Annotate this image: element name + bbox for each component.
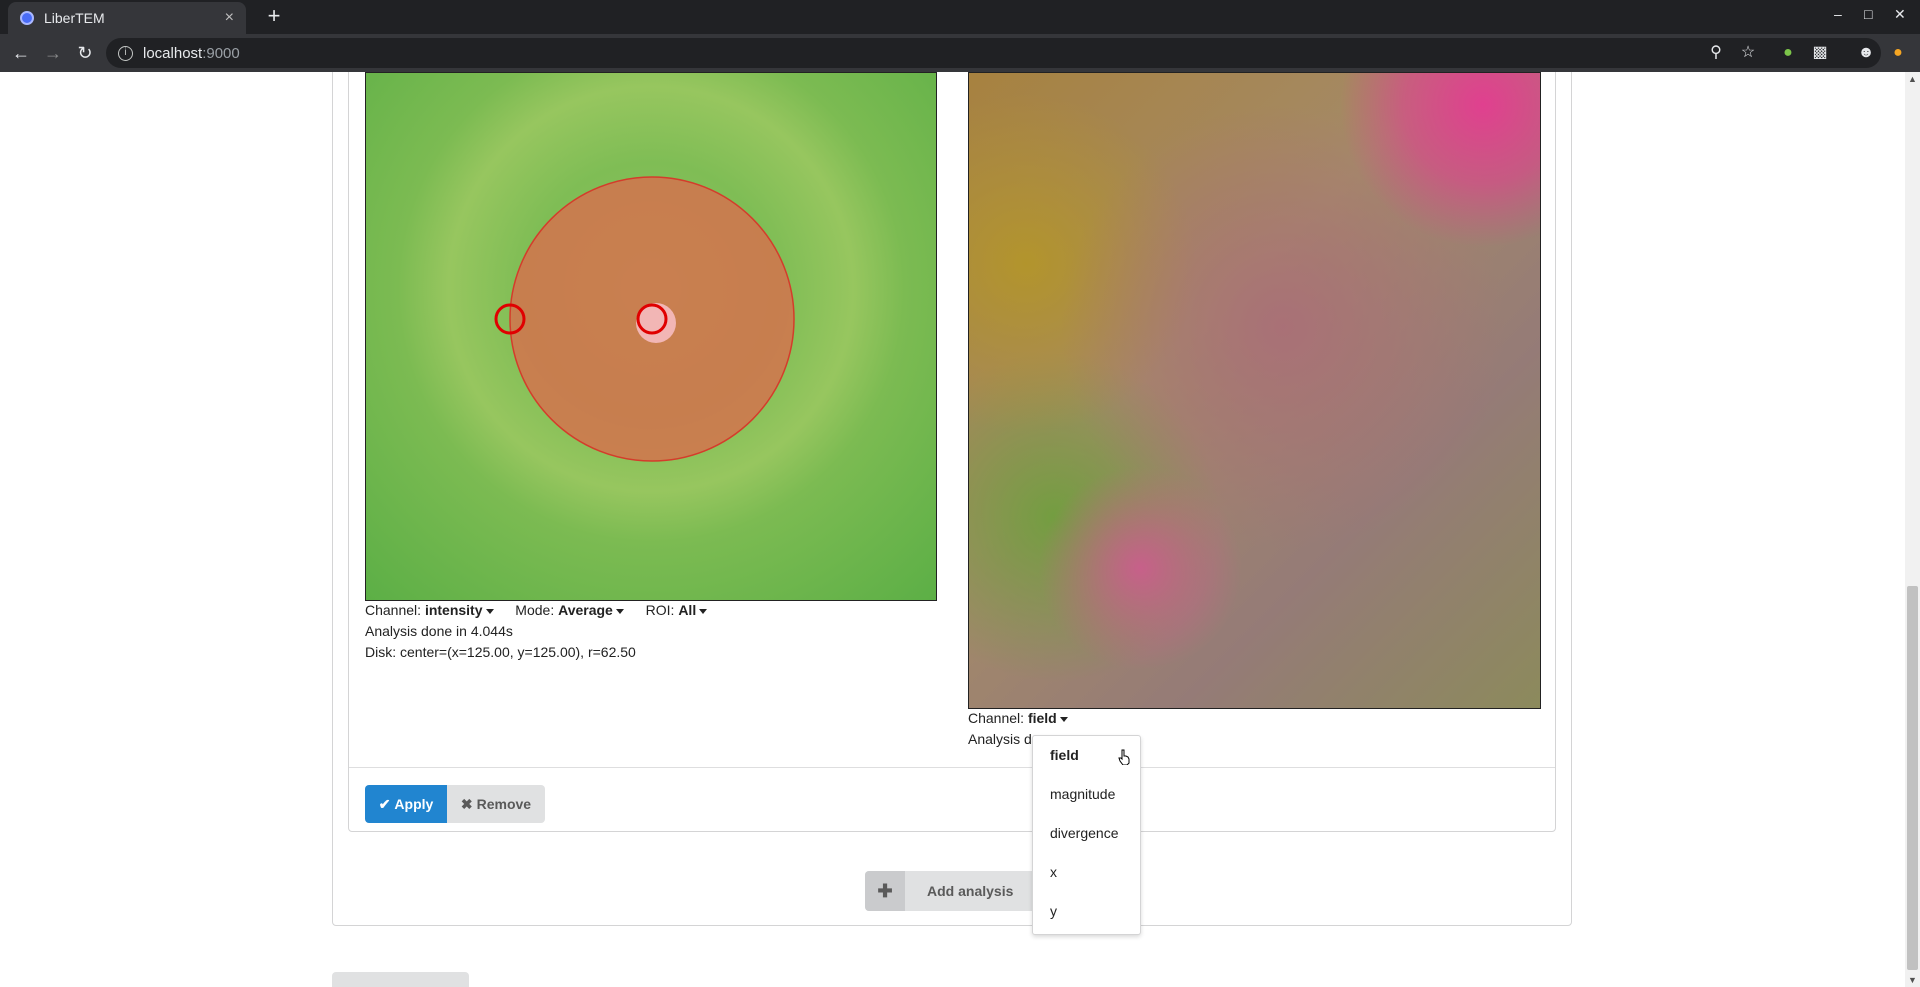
browser-toolbar: ← → ↻ i localhost :9000 ⚲ ☆ ● ▩ ☻ ● — [0, 34, 1920, 72]
bottom-button-partial[interactable] — [332, 972, 469, 987]
browser-tab[interactable]: LiberTEM × — [8, 2, 246, 34]
remove-button[interactable]: ✖ Remove — [447, 785, 545, 823]
caret-down-icon — [485, 608, 494, 614]
page-viewport: Channel: intensity Mode: Average ROI: Al… — [0, 72, 1920, 987]
back-icon[interactable]: ← — [10, 42, 32, 64]
analysis-status: Analysis done in 4.044s — [365, 623, 513, 639]
menu-item-x[interactable]: x — [1033, 853, 1140, 892]
close-window-icon[interactable]: ✕ — [1894, 6, 1906, 23]
tab-title: LiberTEM — [44, 10, 105, 26]
page-scrollbar[interactable]: ▲ ▼ — [1905, 72, 1920, 987]
forward-icon[interactable]: → — [42, 42, 64, 64]
disk-parameters: Disk: center=(x=125.00, y=125.00), r=62.… — [365, 644, 636, 660]
caret-down-icon — [615, 608, 624, 614]
maximize-window-icon[interactable]: □ — [1864, 6, 1872, 22]
channel-dropdown-menu: field magnitude divergence x y — [1032, 735, 1141, 935]
check-icon: ✔ — [378, 795, 391, 812]
mode-dropdown[interactable]: Average — [558, 602, 624, 618]
minimize-window-icon[interactable]: – — [1834, 6, 1842, 22]
bookmark-star-icon[interactable]: ☆ — [1738, 43, 1758, 63]
site-info-icon[interactable]: i — [118, 45, 133, 61]
frame-view-image[interactable] — [365, 72, 937, 601]
roi-label: ROI: — [645, 602, 675, 618]
channel-label: Channel: — [365, 602, 422, 618]
hand-cursor-icon — [1118, 749, 1130, 765]
libertem-favicon-icon — [20, 11, 34, 25]
zoom-icon[interactable]: ⚲ — [1706, 43, 1726, 63]
caret-down-icon — [699, 608, 708, 614]
menu-item-magnitude[interactable]: magnitude — [1033, 775, 1140, 814]
android-extension-icon[interactable]: ● — [1778, 43, 1798, 63]
segment-divider — [349, 767, 1555, 768]
roi-dropdown[interactable]: All — [678, 602, 708, 618]
left-panel-captions: Channel: intensity Mode: Average ROI: Al… — [365, 600, 708, 663]
url-host: localhost — [143, 44, 203, 62]
extension-icon[interactable]: ▩ — [1810, 43, 1830, 63]
update-alert-icon[interactable]: ● — [1888, 43, 1908, 63]
scrollbar-thumb[interactable] — [1907, 586, 1918, 970]
result-field-image[interactable] — [968, 72, 1541, 709]
reload-icon[interactable]: ↻ — [74, 42, 96, 64]
browser-tab-bar: LiberTEM × + – □ ✕ — [0, 0, 1920, 34]
scroll-down-icon[interactable]: ▼ — [1908, 975, 1917, 985]
apply-button[interactable]: ✔ Apply — [365, 785, 447, 823]
result-channel-dropdown[interactable]: field — [1028, 710, 1068, 726]
url-port: :9000 — [202, 44, 240, 62]
channel-dropdown[interactable]: intensity — [425, 602, 494, 618]
add-analysis-button[interactable]: ✚ Add analysis — [865, 871, 1039, 911]
close-tab-icon[interactable]: × — [225, 9, 234, 27]
profile-avatar-icon[interactable]: ☻ — [1856, 43, 1876, 63]
plus-icon: ✚ — [865, 871, 905, 911]
menu-item-divergence[interactable]: divergence — [1033, 814, 1140, 853]
channel-label: Channel: — [968, 710, 1025, 726]
new-tab-button[interactable]: + — [262, 5, 286, 29]
scroll-up-icon[interactable]: ▲ — [1908, 74, 1917, 84]
mode-label: Mode: — [515, 602, 555, 618]
address-bar[interactable]: i localhost :9000 — [106, 38, 1881, 68]
disk-roi-overlay[interactable] — [366, 73, 937, 601]
caret-down-icon — [1059, 716, 1068, 722]
menu-item-y[interactable]: y — [1033, 892, 1140, 931]
close-icon: ✖ — [460, 795, 473, 812]
